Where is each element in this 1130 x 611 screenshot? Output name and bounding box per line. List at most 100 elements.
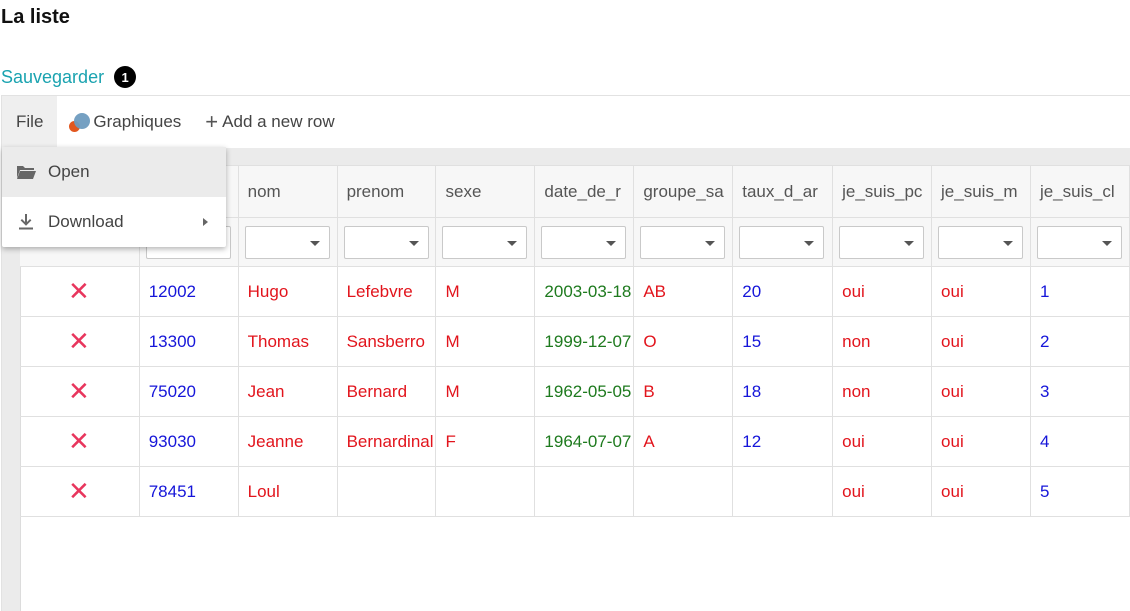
table-cell[interactable]: oui <box>832 466 933 517</box>
table-cell[interactable]: 93030 <box>139 416 239 467</box>
table-cell[interactable]: oui <box>931 466 1031 517</box>
filter-select[interactable] <box>541 225 627 259</box>
filter-select[interactable] <box>442 225 528 259</box>
table-cell[interactable] <box>534 466 635 517</box>
table-cell[interactable]: Sansberro <box>337 316 437 367</box>
column-header[interactable]: je_suis_m <box>931 165 1031 218</box>
table-cell[interactable]: Jean <box>238 366 338 417</box>
delete-icon[interactable]: ✕ <box>68 476 90 506</box>
table-row: ✕ 78451 Loul oui oui 5 <box>20 466 1130 517</box>
table-cell[interactable]: 15 <box>732 316 834 367</box>
table-cell[interactable]: non <box>832 316 933 367</box>
add-row-label: Add a new row <box>222 112 335 131</box>
table-cell[interactable]: A <box>633 416 734 467</box>
file-label: File <box>16 112 44 131</box>
column-header[interactable]: je_suis_pc <box>832 165 933 218</box>
table-cell[interactable]: 1964-07-07 <box>534 416 635 467</box>
delete-icon[interactable]: ✕ <box>68 276 90 306</box>
table-cell[interactable]: 3 <box>1030 366 1130 417</box>
grid-toolbar: File Graphiques + Add a new row <box>2 96 1130 148</box>
charts-label: Graphiques <box>93 112 182 131</box>
table-cell[interactable]: Hugo <box>238 266 338 317</box>
table-cell[interactable]: oui <box>832 416 933 467</box>
column-header[interactable]: nom <box>238 165 338 218</box>
filter-cell <box>832 217 933 267</box>
filter-select[interactable] <box>839 225 925 259</box>
table-cell[interactable] <box>337 466 437 517</box>
table-cell[interactable] <box>435 466 536 517</box>
table-cell[interactable]: 1 <box>1030 266 1130 317</box>
download-icon <box>14 213 38 231</box>
table-cell[interactable]: oui <box>931 266 1031 317</box>
filter-cell <box>1030 217 1130 267</box>
menu-item-download[interactable]: Download <box>2 197 226 247</box>
filter-select[interactable] <box>640 225 726 259</box>
filter-select[interactable] <box>739 225 825 259</box>
table-cell[interactable]: 13300 <box>139 316 239 367</box>
column-header[interactable]: prenom <box>337 165 437 218</box>
chevron-right-icon <box>203 218 208 226</box>
table-cell[interactable]: 1962-05-05 <box>534 366 635 417</box>
table-cell[interactable]: 2003-03-18 <box>534 266 635 317</box>
dropdown-arrow-icon <box>705 240 716 246</box>
delete-cell: ✕ <box>20 266 140 317</box>
charts-button[interactable]: Graphiques <box>57 96 193 148</box>
table-cell[interactable]: 75020 <box>139 366 239 417</box>
filter-select[interactable] <box>244 225 330 259</box>
delete-icon[interactable]: ✕ <box>68 326 90 356</box>
table-cell[interactable] <box>732 466 834 517</box>
save-link[interactable]: Sauvegarder <box>1 67 104 88</box>
filter-cell <box>337 217 437 267</box>
table-cell[interactable]: oui <box>832 266 933 317</box>
table-cell[interactable]: Jeanne <box>238 416 338 467</box>
column-header[interactable]: groupe_sa <box>633 165 734 218</box>
table-cell[interactable]: Bernardinal <box>337 416 437 467</box>
column-header[interactable]: date_de_r <box>534 165 635 218</box>
table-row: ✕ 75020 Jean Bernard M 1962-05-05 B 18 n… <box>20 366 1130 417</box>
table-cell[interactable]: Thomas <box>238 316 338 367</box>
table-cell[interactable]: non <box>832 366 933 417</box>
table-cell[interactable]: 1999-12-07 <box>534 316 635 367</box>
table-cell[interactable]: M <box>435 316 536 367</box>
table-cell[interactable]: M <box>435 366 536 417</box>
table-cell[interactable]: 2 <box>1030 316 1130 367</box>
filter-select[interactable] <box>343 225 429 259</box>
column-header[interactable]: sexe <box>435 165 536 218</box>
delete-icon[interactable]: ✕ <box>68 376 90 406</box>
column-header[interactable]: je_suis_cl <box>1030 165 1130 218</box>
table-cell[interactable]: AB <box>633 266 734 317</box>
table-cell[interactable]: oui <box>931 416 1031 467</box>
table-cell[interactable]: 4 <box>1030 416 1130 467</box>
delete-cell: ✕ <box>20 466 140 517</box>
add-row-button[interactable]: + Add a new row <box>193 96 346 148</box>
table-cell[interactable]: oui <box>931 316 1031 367</box>
table-cell[interactable]: M <box>435 266 536 317</box>
file-dropdown-menu: Open Download <box>2 147 226 247</box>
filter-cell <box>633 217 734 267</box>
table-cell[interactable]: 12 <box>732 416 834 467</box>
column-header[interactable]: taux_d_ar <box>732 165 834 218</box>
table-cell[interactable]: O <box>633 316 734 367</box>
filter-select[interactable] <box>1036 225 1122 259</box>
table-cell[interactable]: 18 <box>732 366 834 417</box>
menu-item-open[interactable]: Open <box>2 147 226 197</box>
table-cell[interactable]: Lefebvre <box>337 266 437 317</box>
filter-select[interactable] <box>938 225 1024 259</box>
delete-icon[interactable]: ✕ <box>68 426 90 456</box>
table-cell[interactable]: Bernard <box>337 366 437 417</box>
dropdown-arrow-icon <box>309 240 320 246</box>
table-cell[interactable]: B <box>633 366 734 417</box>
table-cell[interactable]: 78451 <box>139 466 239 517</box>
page-title: La liste <box>1 6 70 28</box>
table-cell[interactable]: oui <box>931 366 1031 417</box>
table-cell[interactable]: 20 <box>732 266 834 317</box>
menu-download-label: Download <box>48 212 124 231</box>
table-cell[interactable]: F <box>435 416 536 467</box>
save-row: Sauvegarder 1 <box>1 66 137 88</box>
table-cell[interactable]: Loul <box>238 466 338 517</box>
table-cell[interactable]: 12002 <box>139 266 239 317</box>
table-row: ✕ 13300 Thomas Sansberro M 1999-12-07 O … <box>20 316 1130 367</box>
table-cell[interactable]: 5 <box>1030 466 1130 517</box>
file-menu-button[interactable]: File <box>2 96 58 148</box>
table-cell[interactable] <box>633 466 734 517</box>
